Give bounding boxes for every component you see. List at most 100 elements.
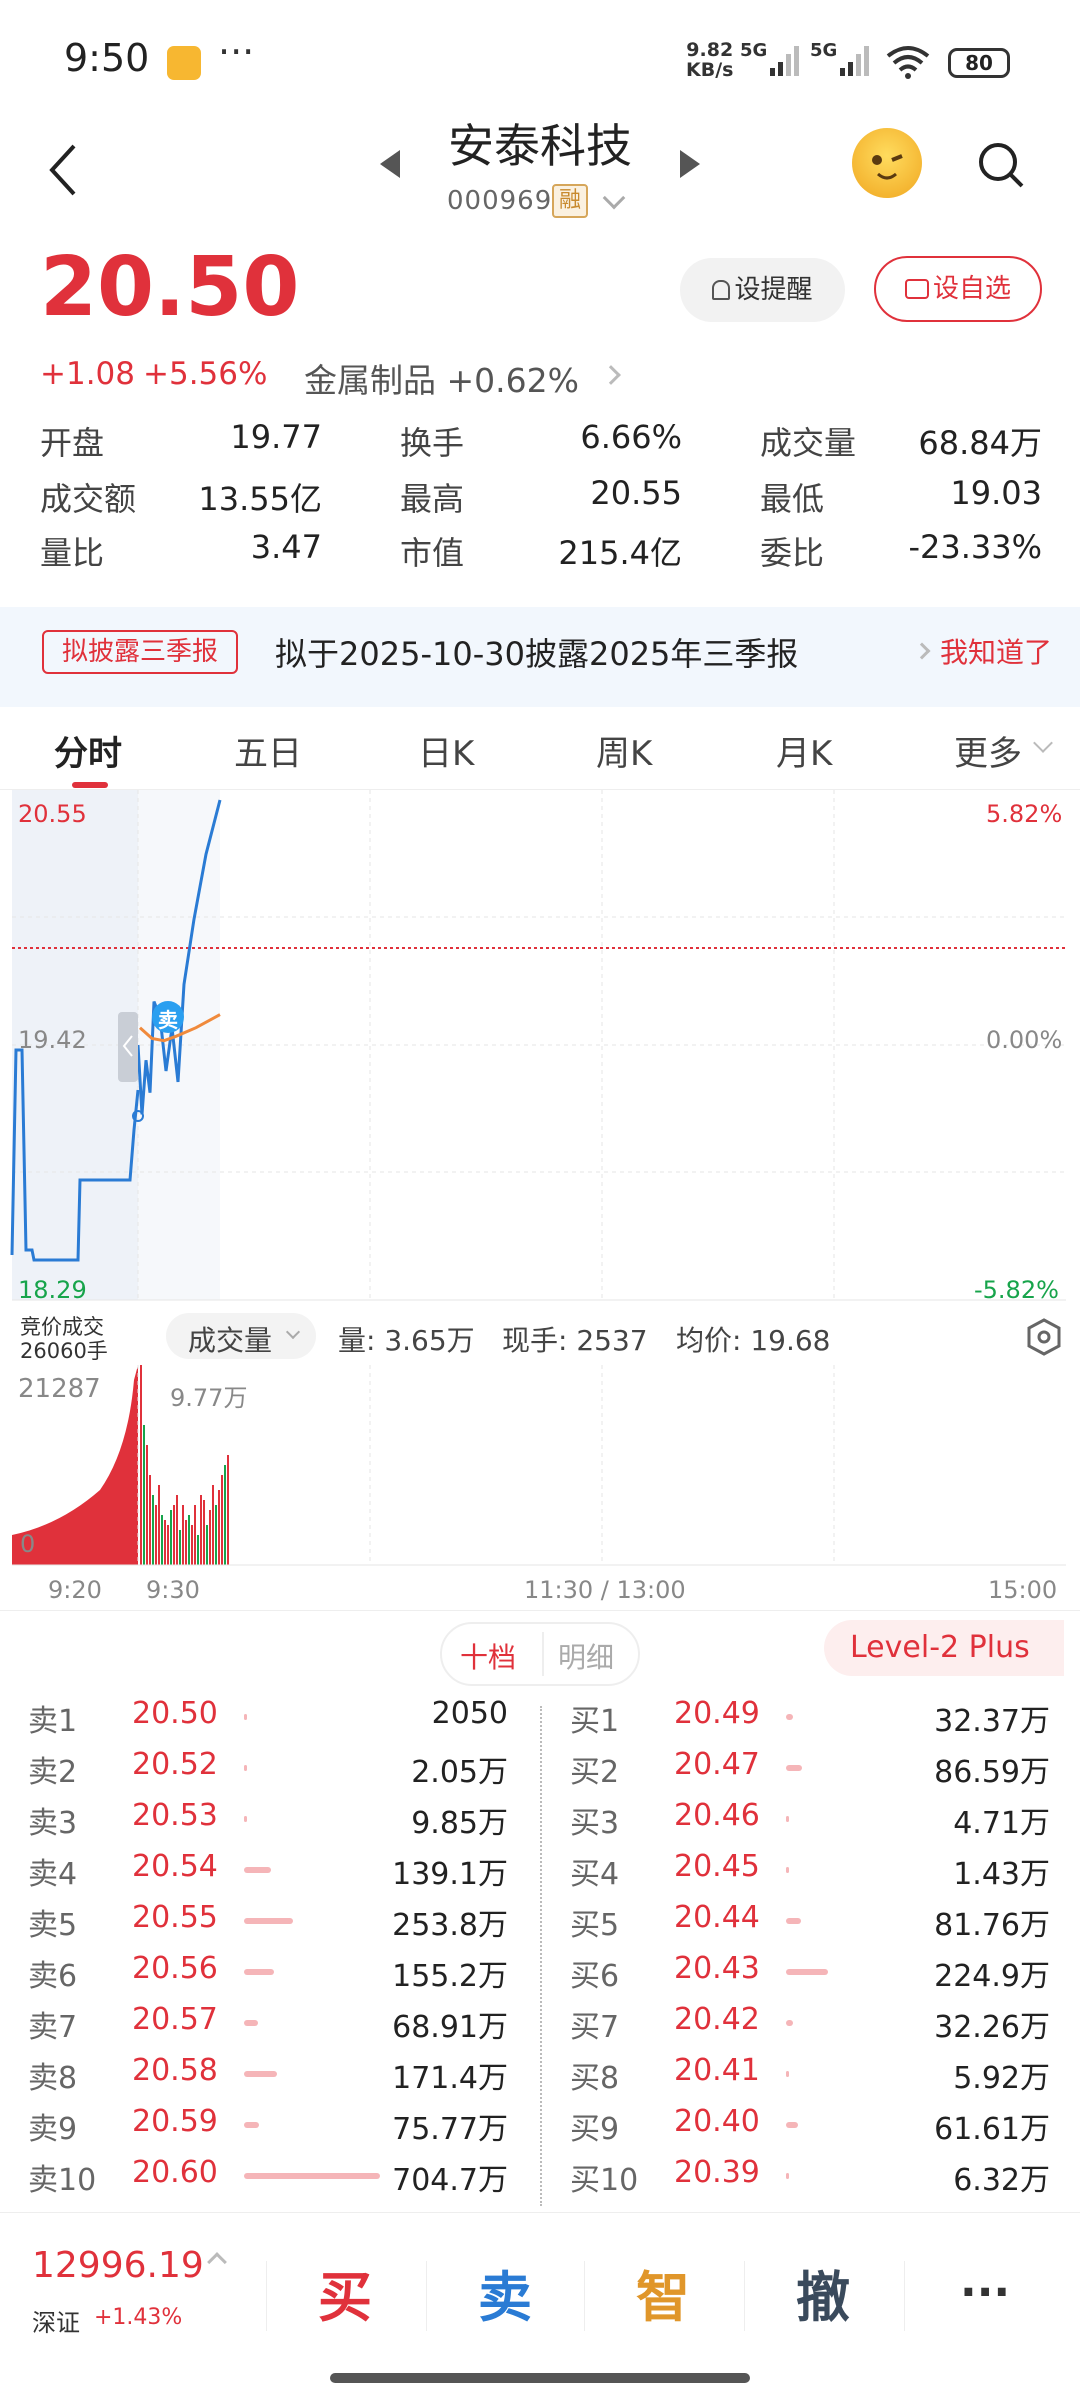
buy-level-price: 20.44: [674, 1900, 760, 1935]
cancel-order-button[interactable]: 撤: [796, 2253, 850, 2332]
x-label-noon: 11:30 / 13:00: [524, 1576, 686, 1604]
volume-header: 竞价成交 26060手 成交量 量: 3.65万 现手: 2537 均价: 19…: [0, 1305, 1080, 1365]
volume-bar: [158, 1485, 160, 1565]
sell-volume-bar: [244, 2071, 277, 2077]
tab-intraday[interactable]: 分时: [54, 726, 122, 775]
sell-level-row[interactable]: 卖9 20.59 75.77万: [28, 2098, 508, 2148]
volume-bar: [218, 1490, 220, 1565]
search-icon[interactable]: [976, 140, 1026, 190]
volume-bar: [212, 1485, 214, 1565]
chevron-down-icon[interactable]: [602, 186, 626, 210]
tab-weekly-k[interactable]: 周K: [596, 726, 652, 775]
chevron-up-icon: [207, 2252, 227, 2272]
stat-value: 215.4亿: [558, 534, 682, 572]
sell-level-label: 卖3: [28, 1806, 78, 1841]
stat-value: 13.55亿: [198, 480, 322, 518]
current-hand: 现手: 2537: [502, 1324, 648, 1357]
tab-details[interactable]: 明细: [558, 1636, 614, 1676]
buy-level-row[interactable]: 买2 20.47 86.59万: [570, 1741, 1050, 1791]
sell-level-row[interactable]: 卖5 20.55 253.8万: [28, 1894, 508, 1944]
buy-volume-bar: [786, 2020, 793, 2026]
chevron-down-icon[interactable]: [1033, 733, 1053, 753]
sell-level-row[interactable]: 卖8 20.58 171.4万: [28, 2047, 508, 2097]
sell-level-row[interactable]: 卖7 20.57 68.91万: [28, 1996, 508, 2046]
index-name: 深证: [32, 2309, 80, 2337]
sell-level-label: 卖5: [28, 1908, 78, 1943]
sell-marker-label: 卖: [158, 1008, 178, 1032]
sell-level-price: 20.55: [132, 1900, 218, 1935]
buy-level-volume: 32.26万: [934, 2010, 1050, 2045]
dismiss-notice-button[interactable]: 我知道了: [940, 631, 1052, 671]
level2-plus-button[interactable]: Level-2 Plus: [824, 1620, 1064, 1676]
tab-five-day[interactable]: 五日: [234, 726, 302, 775]
tab-more[interactable]: 更多: [954, 726, 1022, 775]
home-indicator[interactable]: [330, 2373, 750, 2383]
stat-label: 量比: [40, 534, 105, 572]
buy-level-label: 买2: [570, 1755, 620, 1790]
volume-bar: [173, 1505, 175, 1565]
tab-ten-levels[interactable]: 十档: [460, 1636, 516, 1676]
sell-level-volume: 9.85万: [411, 1806, 508, 1841]
chevron-right-icon[interactable]: [601, 365, 621, 385]
set-alert-button[interactable]: 设提醒: [680, 258, 845, 322]
sell-level-row[interactable]: 卖2 20.52 2.05万: [28, 1741, 508, 1791]
sell-level-price: 20.52: [132, 1747, 218, 1782]
pct-label-mid: 0.00%: [986, 1026, 1063, 1054]
buy-level-price: 20.39: [674, 2155, 760, 2190]
buy-level-label: 买10: [570, 2163, 639, 2198]
stock-code: 000969: [447, 186, 553, 216]
sell-level-row[interactable]: 卖4 20.54 139.1万: [28, 1843, 508, 1893]
index-value: 12996.19: [32, 2245, 204, 2286]
volume-bar: [215, 1505, 217, 1565]
buy-level-row[interactable]: 买8 20.41 5.92万: [570, 2047, 1050, 2097]
sell-level-label: 卖9: [28, 2112, 78, 2147]
more-notifications-icon: ···: [218, 30, 255, 74]
buy-level-row[interactable]: 买9 20.40 61.61万: [570, 2098, 1050, 2148]
buy-volume-bar: [786, 1918, 801, 1924]
intraday-chart[interactable]: [0, 790, 1080, 1610]
next-stock-icon[interactable]: [680, 150, 700, 178]
buy-level-price: 20.46: [674, 1798, 760, 1833]
sell-volume-bar: [244, 1765, 247, 1771]
clock: 9:50: [64, 36, 150, 80]
buy-level-row[interactable]: 买1 20.49 32.37万: [570, 1690, 1050, 1740]
more-actions-button[interactable]: ···: [960, 2267, 1010, 2318]
sell-volume-bar: [244, 1918, 293, 1924]
buy-level-price: 20.43: [674, 1951, 760, 1986]
signal-bars-icon: [770, 46, 799, 76]
buy-level-row[interactable]: 买5 20.44 81.76万: [570, 1894, 1050, 1944]
sell-button[interactable]: 卖: [478, 2253, 532, 2332]
smart-order-button[interactable]: 智: [636, 2253, 690, 2332]
buy-level-row[interactable]: 买4 20.45 1.43万: [570, 1843, 1050, 1893]
sell-level-label: 卖8: [28, 2061, 78, 2096]
buy-button[interactable]: 买: [318, 2253, 372, 2332]
sell-volume-bar: [244, 1816, 247, 1822]
sell-level-row[interactable]: 卖10 20.60 704.7万: [28, 2149, 508, 2199]
price-change: +1.08: [40, 356, 135, 392]
mascot-icon[interactable]: [852, 128, 922, 198]
tab-monthly-k[interactable]: 月K: [776, 726, 832, 775]
notification-icon: [167, 46, 201, 80]
bell-icon: [712, 280, 731, 300]
orderbook-toggle[interactable]: 十档 明细: [440, 1622, 640, 1686]
sell-level-volume: 68.91万: [392, 2010, 508, 2045]
buy-level-price: 20.40: [674, 2104, 760, 2139]
settings-hexagon-icon[interactable]: [1024, 1317, 1064, 1357]
stat-value: 68.84万: [918, 424, 1042, 462]
buy-level-row[interactable]: 买10 20.39 6.32万: [570, 2149, 1050, 2199]
sector-link[interactable]: 金属制品 +0.62%: [304, 354, 579, 402]
tab-daily-k[interactable]: 日K: [418, 726, 474, 775]
buy-volume-bar: [786, 1765, 803, 1771]
buy-level-row[interactable]: 买6 20.43 224.9万: [570, 1945, 1050, 1995]
sell-level-row[interactable]: 卖6 20.56 155.2万: [28, 1945, 508, 1995]
add-favorite-button[interactable]: 设自选: [874, 256, 1042, 322]
volume-indicator-selector[interactable]: 成交量: [166, 1313, 316, 1359]
y-label-bottom: 18.29: [18, 1276, 87, 1304]
buy-level-row[interactable]: 买3 20.46 4.71万: [570, 1792, 1050, 1842]
buy-level-label: 买3: [570, 1806, 620, 1841]
chevron-right-icon: [913, 642, 931, 660]
sell-level-volume: 139.1万: [392, 1857, 508, 1892]
sell-level-row[interactable]: 卖1 20.50 2050: [28, 1690, 508, 1740]
sell-level-row[interactable]: 卖3 20.53 9.85万: [28, 1792, 508, 1842]
buy-level-row[interactable]: 买7 20.42 32.26万: [570, 1996, 1050, 2046]
